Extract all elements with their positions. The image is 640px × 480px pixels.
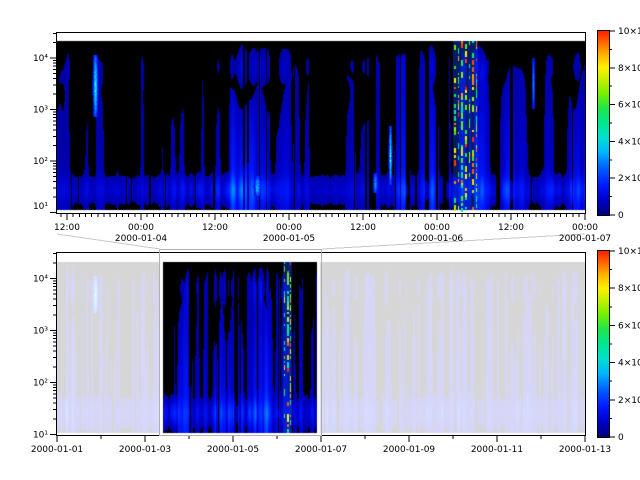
context-colorbar-gradient bbox=[597, 250, 610, 438]
colorbar-tick-label: 10×10⁷ bbox=[618, 247, 640, 257]
colorbar-tick-label: 4×10⁷ bbox=[618, 359, 640, 369]
colorbar-tick-label: 0 bbox=[618, 433, 624, 443]
date-tick-label: 2000-01-05 bbox=[207, 445, 259, 455]
colorbar-tick-label: 10×10⁷ bbox=[618, 27, 640, 37]
tick-mark bbox=[322, 234, 585, 249]
time-tick-label: 00:00 bbox=[424, 223, 450, 233]
zoom-selection-box[interactable] bbox=[159, 249, 322, 436]
colorbar-tick-label: 4×10⁷ bbox=[618, 137, 640, 147]
date-tick-label: 2000-01-11 bbox=[471, 445, 523, 455]
date-tick-label: 2000-01-05 bbox=[263, 234, 315, 244]
freq-tick-label: 10⁴ bbox=[33, 274, 48, 284]
date-tick-label: 2000-01-13 bbox=[559, 445, 611, 455]
date-tick-label: 2000-01-06 bbox=[411, 234, 464, 244]
time-tick-label: 12:00 bbox=[498, 223, 524, 233]
date-tick-label: 2000-01-09 bbox=[383, 445, 436, 455]
freq-tick-label: 10³ bbox=[33, 326, 48, 336]
context-colorbar-axis: 10×10⁷ 8×10⁷ 6×10⁷ 4×10⁷ 2×10⁷ 0 bbox=[609, 247, 640, 443]
date-tick-label: 2000-01-01 bbox=[31, 445, 83, 455]
freq-tick-label: 10¹ bbox=[33, 202, 48, 212]
time-tick-label: 00:00 bbox=[572, 223, 598, 233]
colorbar-tick-label: 0 bbox=[618, 211, 624, 221]
spectrogram-viewer: 12:0000:002000-01-0412:0000:002000-01-05… bbox=[0, 0, 640, 480]
date-tick-label: 2000-01-07 bbox=[559, 234, 611, 244]
detail-colorbar-axis: 10×10⁷ 8×10⁷ 6×10⁷ 4×10⁷ 2×10⁷ 0 bbox=[609, 27, 640, 221]
detail-spectrogram-canvas[interactable] bbox=[57, 33, 585, 213]
time-tick-label: 00:00 bbox=[276, 223, 302, 233]
colorbar-tick-label: 6×10⁷ bbox=[618, 321, 640, 331]
freq-tick-label: 10⁴ bbox=[33, 54, 48, 64]
colorbar-tick-label: 6×10⁷ bbox=[618, 101, 640, 111]
colorbar-tick-label: 8×10⁷ bbox=[618, 64, 640, 74]
freq-tick-label: 10³ bbox=[33, 106, 48, 116]
time-tick-label: 00:00 bbox=[128, 223, 154, 233]
time-tick-label: 12:00 bbox=[54, 223, 80, 233]
freq-tick-label: 10² bbox=[33, 157, 48, 167]
colorbar-tick-label: 2×10⁷ bbox=[618, 396, 640, 406]
detail-colorbar-gradient bbox=[597, 30, 610, 216]
time-tick-label: 12:00 bbox=[350, 223, 376, 233]
tick-mark bbox=[57, 234, 160, 249]
freq-tick-label: 10¹ bbox=[33, 430, 48, 440]
colorbar-tick-label: 8×10⁷ bbox=[618, 284, 640, 294]
time-tick-label: 12:00 bbox=[202, 223, 228, 233]
zoom-connector-lines bbox=[57, 234, 585, 249]
colorbar-tick-label: 2×10⁷ bbox=[618, 174, 640, 184]
date-tick-label: 2000-01-04 bbox=[115, 234, 168, 244]
date-tick-label: 2000-01-03 bbox=[119, 445, 171, 455]
date-tick-label: 2000-01-07 bbox=[295, 445, 347, 455]
freq-tick-label: 10² bbox=[33, 378, 48, 388]
